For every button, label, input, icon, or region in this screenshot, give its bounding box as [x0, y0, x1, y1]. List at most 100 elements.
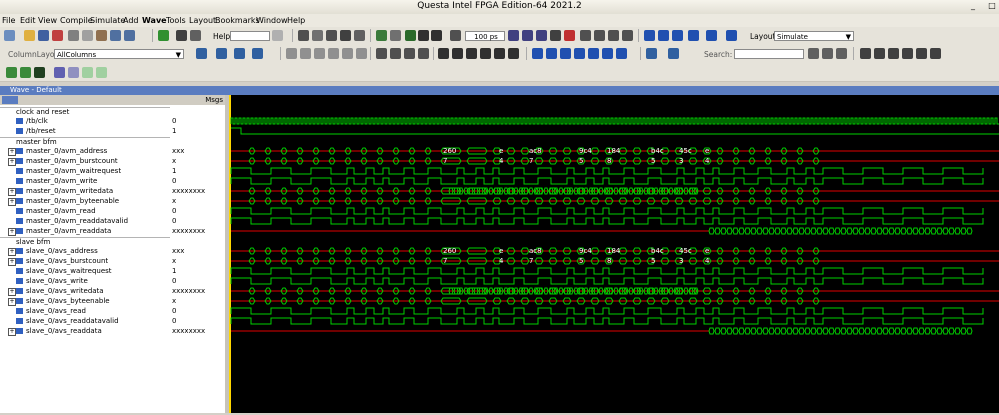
stop-icon[interactable]: [564, 30, 575, 41]
up-arrow-icon[interactable]: [405, 30, 416, 41]
help-input[interactable]: [230, 31, 270, 41]
run-all-icon[interactable]: [536, 30, 547, 41]
format2-icon[interactable]: [314, 48, 325, 59]
group-master-bfm[interactable]: master bfm: [0, 137, 170, 146]
restart-icon[interactable]: [450, 30, 461, 41]
zoom-last-icon[interactable]: [916, 48, 927, 59]
gear3-icon[interactable]: [404, 48, 415, 59]
wave-format-icon[interactable]: [68, 67, 79, 78]
redo-icon[interactable]: [124, 30, 135, 41]
zoom-out-icon[interactable]: [874, 48, 885, 59]
signal-row-avs-address[interactable]: + slave_0/avs_address: [0, 246, 170, 256]
menu-wave[interactable]: Wave: [142, 16, 167, 25]
menu-compile[interactable]: Compile: [60, 16, 93, 25]
print-icon[interactable]: [52, 30, 63, 41]
waveform-canvas[interactable]: 260 e ac8 9c4 184 b4c 45c e 260 e ac8 9c4 184 b4c 45c e…: [229, 95, 999, 413]
wave-color-icon[interactable]: [34, 67, 45, 78]
nav2-icon[interactable]: [726, 30, 737, 41]
profile-icon[interactable]: [326, 30, 337, 41]
signal-row-avs-byteenable[interactable]: + slave_0/avs_byteenable: [0, 296, 170, 306]
signal-row-avs-readdata[interactable]: + slave_0/avs_readdata: [0, 326, 170, 336]
gear2-icon[interactable]: [390, 48, 401, 59]
maximize-icon[interactable]: □: [987, 1, 997, 11]
new-file-icon[interactable]: [4, 30, 15, 41]
paste-icon[interactable]: [96, 30, 107, 41]
up-down-icon[interactable]: [658, 30, 669, 41]
bookmark-icon[interactable]: [646, 48, 657, 59]
wave-insert-icon[interactable]: [234, 48, 245, 59]
break-sim-icon[interactable]: [550, 30, 561, 41]
signal-row-avm-address[interactable]: + master_0/avm_address: [0, 146, 170, 156]
signal-row-avm-read[interactable]: master_0/avm_read: [0, 206, 170, 216]
expand-icon[interactable]: +: [8, 228, 16, 236]
menu-window[interactable]: Window: [256, 16, 288, 25]
edit-wave-icon[interactable]: [480, 48, 491, 59]
zoom-mode-icon[interactable]: [452, 48, 463, 59]
sim-new-icon[interactable]: [376, 30, 387, 41]
group-slave-bfm[interactable]: slave bfm: [0, 237, 170, 246]
minimize-icon[interactable]: _: [968, 1, 978, 11]
signal-row-avs-writedata[interactable]: + slave_0/avs_writedata: [0, 286, 170, 296]
wave-add-icon[interactable]: [196, 48, 207, 59]
menu-simulate[interactable]: Simulate: [90, 16, 125, 25]
menu-tools[interactable]: Tools: [166, 16, 186, 25]
step-icon[interactable]: [580, 30, 591, 41]
ruler-icon[interactable]: [494, 48, 505, 59]
back-arrow-icon[interactable]: [418, 30, 429, 41]
compile-icon[interactable]: [158, 30, 169, 41]
signal-select-icon[interactable]: [2, 96, 18, 104]
format5-icon[interactable]: [356, 48, 367, 59]
step-over-icon[interactable]: [594, 30, 605, 41]
expand-icon[interactable]: +: [8, 198, 16, 206]
forward-arrow-icon[interactable]: [431, 30, 442, 41]
expand-icon[interactable]: +: [8, 258, 16, 266]
open-folder-icon[interactable]: [24, 30, 35, 41]
signal-row-avs-waitrequest[interactable]: slave_0/avs_waitrequest: [0, 266, 170, 276]
wave-height-icon[interactable]: [54, 67, 65, 78]
prev-transition-icon[interactable]: [560, 48, 571, 59]
wave-compress-icon[interactable]: [6, 67, 17, 78]
expand-icon[interactable]: +: [8, 248, 16, 256]
edge-icon[interactable]: [616, 48, 627, 59]
falling-edge-icon[interactable]: [588, 48, 599, 59]
expand-icon[interactable]: +: [8, 188, 16, 196]
signal-row-avs-read[interactable]: slave_0/avs_read: [0, 306, 170, 316]
signal-names-panel[interactable]: clock and reset /tb/clk /tb/reset master…: [0, 105, 170, 413]
step-into-icon[interactable]: [688, 30, 699, 41]
sim-opt-icon[interactable]: [390, 30, 401, 41]
search-input[interactable]: [734, 49, 804, 59]
rising-edge-icon[interactable]: [602, 48, 613, 59]
cut-icon[interactable]: [68, 30, 79, 41]
zoom-cursor-icon[interactable]: [902, 48, 913, 59]
expand-icon[interactable]: +: [8, 148, 16, 156]
signal-row-avm-readdata[interactable]: + master_0/avm_readdata: [0, 226, 170, 236]
zoom-fit-icon[interactable]: [888, 48, 899, 59]
wave-style-icon[interactable]: [82, 67, 93, 78]
signal-row-avs-write[interactable]: slave_0/avs_write: [0, 276, 170, 286]
search-next-icon[interactable]: [836, 48, 847, 59]
waveform-pane[interactable]: 260 e ac8 9c4 184 b4c 45c e 260 e ac8 9c4 184 b4c 45c e…: [229, 95, 999, 413]
format4-icon[interactable]: [342, 48, 353, 59]
radix-icon[interactable]: [300, 48, 311, 59]
menu-layout[interactable]: Layout: [189, 16, 216, 25]
step-back-icon[interactable]: [622, 30, 633, 41]
search-prev-icon[interactable]: [822, 48, 833, 59]
binoculars-icon[interactable]: [176, 30, 187, 41]
signal-row-avs-readdatavalid[interactable]: slave_0/avs_readdatavalid: [0, 316, 170, 326]
signal-row-avm-writedata[interactable]: + master_0/avm_writedata: [0, 186, 170, 196]
format3-icon[interactable]: [328, 48, 339, 59]
wave-style2-icon[interactable]: [96, 67, 107, 78]
expand-icon[interactable]: +: [8, 288, 16, 296]
run-length-input[interactable]: 100 ps: [465, 31, 505, 41]
menu-view[interactable]: View: [38, 16, 57, 25]
pointer-icon[interactable]: [438, 48, 449, 59]
gear4-icon[interactable]: [418, 48, 429, 59]
stats-icon[interactable]: [312, 30, 323, 41]
group-clock-reset[interactable]: clock and reset: [0, 107, 170, 116]
signal-row-reset[interactable]: /tb/reset: [0, 126, 170, 136]
signal-row-avm-byteenable[interactable]: + master_0/avm_byteenable: [0, 196, 170, 206]
break-icon[interactable]: [298, 30, 309, 41]
expand-icon[interactable]: +: [8, 328, 16, 336]
lock-icon[interactable]: [508, 48, 519, 59]
up-blue-icon[interactable]: [644, 30, 655, 41]
